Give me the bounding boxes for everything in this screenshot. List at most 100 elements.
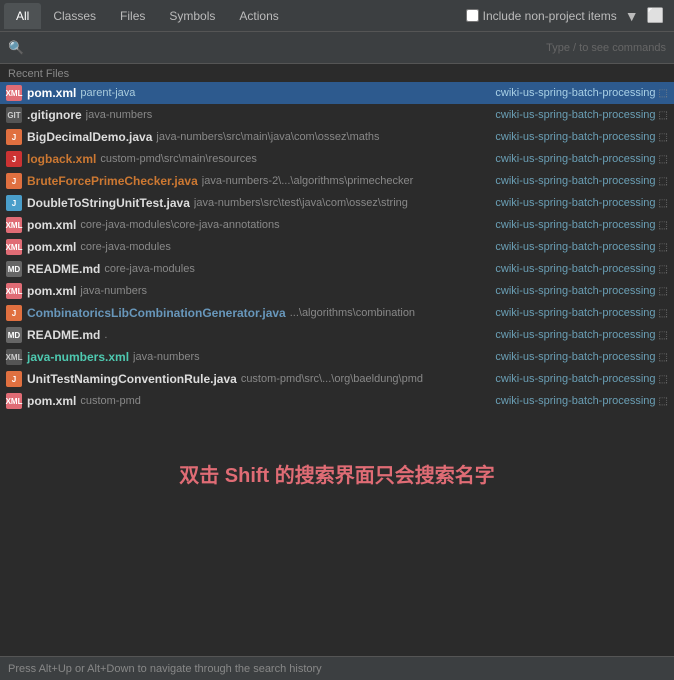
file-project: cwiki-us-spring-batch-processing <box>487 175 655 187</box>
file-icon: XML <box>6 349 22 365</box>
project-icon[interactable]: ⬚ <box>659 242 668 253</box>
file-row[interactable]: XMLpom.xml core-java-modulescwiki-us-spr… <box>0 236 674 258</box>
file-row[interactable]: JDoubleToStringUnitTest.java java-number… <box>0 192 674 214</box>
file-list: XMLpom.xml parent-javacwiki-us-spring-ba… <box>0 82 674 412</box>
file-icon: XML <box>6 283 22 299</box>
include-non-project-checkbox[interactable] <box>466 9 479 22</box>
tab-all[interactable]: All <box>4 3 41 29</box>
file-icon: MD <box>6 327 22 343</box>
file-path: custom-pmd\src\main\resources <box>100 153 487 165</box>
file-name: java-numbers.xml <box>27 350 129 364</box>
project-icon[interactable]: ⬚ <box>659 176 668 187</box>
bottom-hint: Press Alt+Up or Alt+Down to navigate thr… <box>8 663 322 675</box>
project-icon[interactable]: ⬚ <box>659 220 668 231</box>
filter-icon[interactable]: ▼ <box>625 8 639 24</box>
file-path: custom-pmd <box>80 395 487 407</box>
file-project: cwiki-us-spring-batch-processing <box>487 131 655 143</box>
file-project: cwiki-us-spring-batch-processing <box>487 109 655 121</box>
file-row[interactable]: XML pom.xml custom-pmdcwiki-us-spring-bat… <box>0 390 674 412</box>
search-icon: 🔍 <box>8 40 24 56</box>
file-row[interactable]: JBigDecimalDemo.java java-numbers\src\ma… <box>0 126 674 148</box>
spacer-area <box>0 534 674 656</box>
file-row[interactable]: Jlogback.xml custom-pmd\src\main\resourc… <box>0 148 674 170</box>
file-row[interactable]: XMLpom.xml parent-javacwiki-us-spring-ba… <box>0 82 674 104</box>
file-name: logback.xml <box>27 152 96 166</box>
file-list-area: Recent Files XMLpom.xml parent-javacwiki… <box>0 64 674 412</box>
file-path: java-numbers <box>80 285 487 297</box>
project-icon[interactable]: ⬚ <box>659 264 668 275</box>
file-row[interactable]: MDREADME.md core-java-modulescwiki-us-sp… <box>0 258 674 280</box>
annotation-text: 双击 Shift 的搜索界面只会搜索名字 <box>179 459 495 488</box>
file-path: core-java-modules <box>104 263 487 275</box>
file-icon: XML <box>6 393 22 409</box>
file-path: core-java-modules <box>80 241 487 253</box>
tab-classes[interactable]: Classes <box>41 3 108 29</box>
tab-actions[interactable]: Actions <box>227 3 290 29</box>
file-extra: parent-java <box>80 87 487 99</box>
bottom-bar: Press Alt+Up or Alt+Down to navigate thr… <box>0 656 674 680</box>
file-icon: GIT <box>6 107 22 123</box>
file-project: cwiki-us-spring-batch-processing <box>487 307 655 319</box>
search-bar: 🔍 Type / to see commands <box>0 32 674 64</box>
include-non-project-text: Include non-project items <box>483 9 617 23</box>
file-name: pom.xml <box>27 394 76 408</box>
file-row[interactable]: XML java-numbers.xml java-numberscwiki-us… <box>0 346 674 368</box>
tab-bar: All Classes Files Symbols Actions Includ… <box>0 0 674 32</box>
file-project: cwiki-us-spring-batch-processing <box>487 285 655 297</box>
tab-symbols[interactable]: Symbols <box>157 3 227 29</box>
include-non-project-label[interactable]: Include non-project items <box>466 9 617 23</box>
project-icon[interactable]: ⬚ <box>659 352 668 363</box>
file-icon: J <box>6 173 22 189</box>
project-icon[interactable]: ⬚ <box>659 154 668 165</box>
file-project: cwiki-us-spring-batch-processing <box>487 373 655 385</box>
file-path: java-numbers-2\...\algorithms\primecheck… <box>202 175 488 187</box>
file-name: CombinatoricsLibCombinationGenerator.jav… <box>27 306 286 320</box>
project-icon[interactable]: ⬚ <box>659 308 668 319</box>
file-name: UnitTestNamingConventionRule.java <box>27 372 237 386</box>
file-name: BruteForcePrimeChecker.java <box>27 174 198 188</box>
file-row[interactable]: J CombinatoricsLibCombinationGenerator.ja… <box>0 302 674 324</box>
project-icon[interactable]: ⬚ <box>659 110 668 121</box>
file-path: custom-pmd\src\...\org\baeldung\pmd <box>241 373 488 385</box>
file-row[interactable]: GIT.gitignore java-numberscwiki-us-sprin… <box>0 104 674 126</box>
project-icon[interactable]: ⬚ <box>659 132 668 143</box>
file-icon: XML <box>6 239 22 255</box>
file-path: core-java-modules\core-java-annotations <box>80 219 487 231</box>
file-project: cwiki-us-spring-batch-processing <box>487 219 655 231</box>
annotation-area: 双击 Shift 的搜索界面只会搜索名字 <box>0 412 674 534</box>
section-label: Recent Files <box>0 64 674 82</box>
file-row[interactable]: XMLpom.xml core-java-modules\core-java-a… <box>0 214 674 236</box>
file-project: cwiki-us-spring-batch-processing <box>487 153 655 165</box>
file-path: java-numbers <box>133 351 487 363</box>
file-project: cwiki-us-spring-batch-processing <box>487 197 655 209</box>
tab-files[interactable]: Files <box>108 3 157 29</box>
file-name: README.md <box>27 328 100 342</box>
file-name: DoubleToStringUnitTest.java <box>27 196 190 210</box>
project-icon[interactable]: ⬚ <box>659 286 668 297</box>
file-icon: J <box>6 129 22 145</box>
search-input[interactable] <box>30 41 540 55</box>
file-row[interactable]: MD README.md .cwiki-us-spring-batch-proce… <box>0 324 674 346</box>
file-project: cwiki-us-spring-batch-processing <box>487 241 655 253</box>
file-name: pom.xml <box>27 218 76 232</box>
file-row[interactable]: J BruteForcePrimeChecker.java java-number… <box>0 170 674 192</box>
project-icon[interactable]: ⬚ <box>659 396 668 407</box>
file-name: BigDecimalDemo.java <box>27 130 152 144</box>
file-project: cwiki-us-spring-batch-processing <box>487 351 655 363</box>
file-row[interactable]: XML pom.xml java-numberscwiki-us-spring-b… <box>0 280 674 302</box>
file-icon: J <box>6 305 22 321</box>
file-project: cwiki-us-spring-batch-processing <box>487 329 655 341</box>
file-project: cwiki-us-spring-batch-processing <box>487 395 655 407</box>
layout-icon[interactable]: ⬜ <box>647 7 664 24</box>
file-path: java-numbers\src\test\java\com\ossez\str… <box>194 197 487 209</box>
project-icon[interactable]: ⬚ <box>659 198 668 209</box>
file-project: cwiki-us-spring-batch-processing <box>487 263 655 275</box>
header-right: Include non-project items ▼ ⬜ <box>466 7 670 24</box>
project-icon[interactable]: ⬚ <box>659 88 668 99</box>
project-icon[interactable]: ⬚ <box>659 330 668 341</box>
project-icon[interactable]: ⬚ <box>659 374 668 385</box>
file-row[interactable]: JUnitTestNamingConventionRule.java custo… <box>0 368 674 390</box>
file-path: ...\algorithms\combination <box>290 307 488 319</box>
file-extra: . <box>104 329 487 341</box>
file-name: pom.xml <box>27 284 76 298</box>
